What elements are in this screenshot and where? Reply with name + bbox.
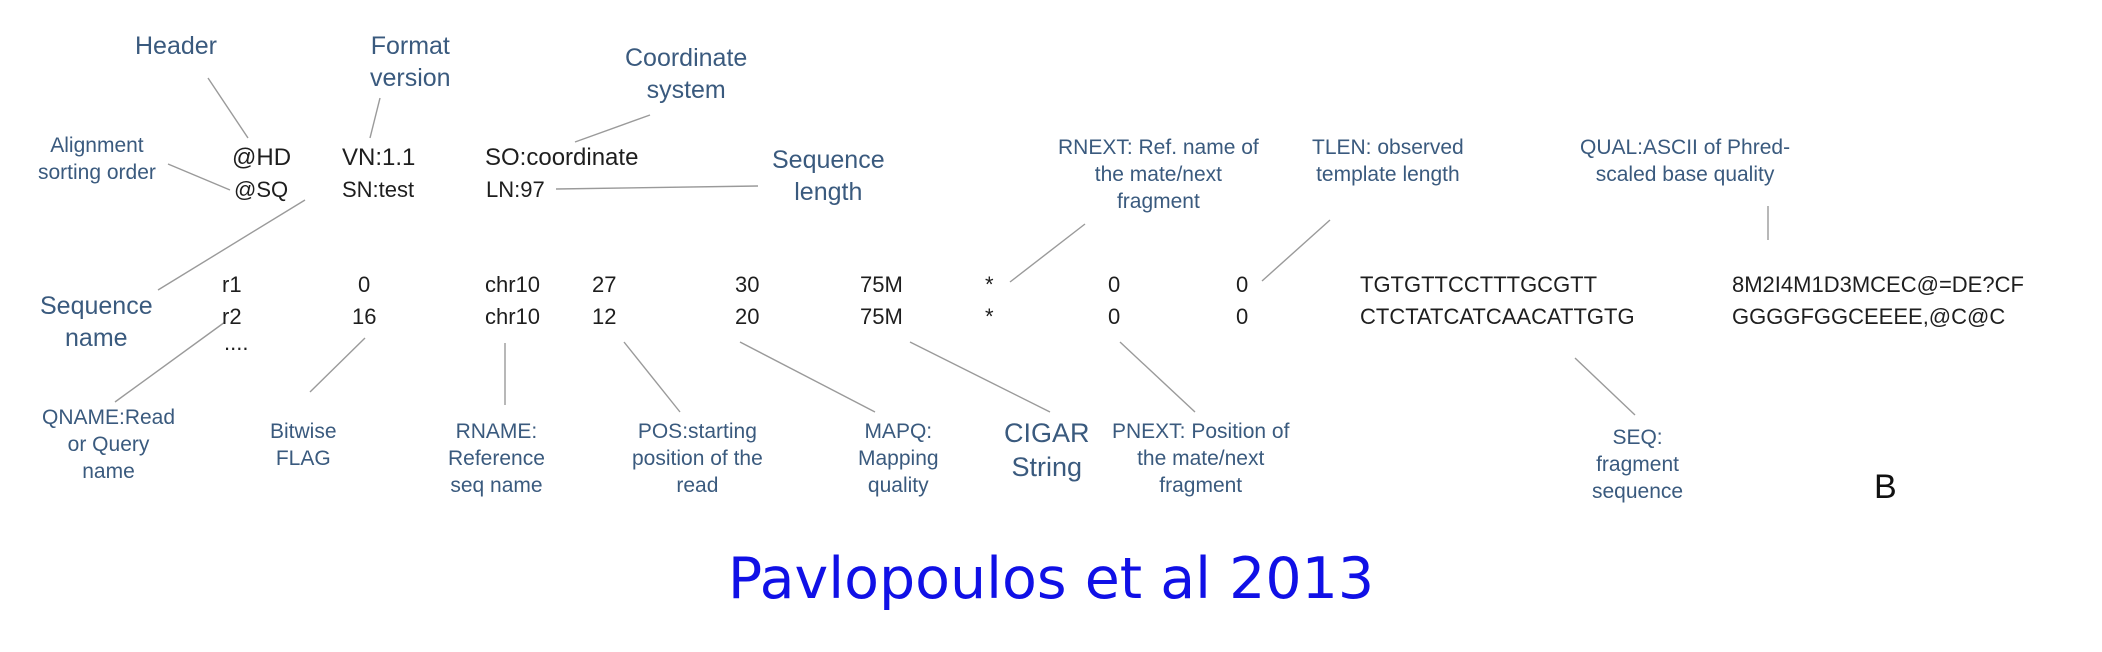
alignment-field: 0: [1108, 272, 1121, 297]
leader-rnext: [1009, 223, 1086, 283]
alignment-field: 75M: [860, 272, 903, 297]
annotation-flag: Bitwise FLAG: [270, 420, 337, 470]
alignment-field: r2: [222, 304, 242, 329]
alignment-field: chr10: [485, 304, 541, 329]
annotation-format-version: Format version: [370, 32, 451, 92]
header-sequence-length-value: LN:97: [486, 177, 545, 202]
leader-seq: [1574, 357, 1636, 416]
alignment-field: *: [985, 304, 994, 329]
alignment-field: 75M: [860, 304, 903, 329]
citation: Pavlopoulos et al 2013: [727, 546, 1375, 612]
alignment-field: 27: [592, 272, 617, 297]
header-tag-hd: @HD: [232, 144, 292, 171]
alignment-field: chr10: [485, 272, 541, 297]
annotation-rnext: RNEXT: Ref. name of the mate/next fragme…: [1058, 136, 1259, 213]
leader-sequence-length: [555, 185, 759, 190]
alignment-field: 30: [735, 272, 760, 297]
annotation-header: Header: [135, 32, 217, 60]
alignment-field: 16: [352, 304, 377, 329]
annotation-sequence-name: Sequence name: [40, 292, 153, 352]
alignment-field: *: [985, 272, 994, 297]
alignment-field: TGTGTTCCTTTGCGTT: [1360, 272, 1598, 297]
annotation-coordinate-system: Coordinate system: [625, 44, 748, 104]
alignment-field: r1: [222, 272, 242, 297]
alignment-field: CTCTATCATCAACATTGTG: [1360, 304, 1635, 329]
annotation-alignment-sorting-order: Alignment sorting order: [38, 134, 156, 184]
panel-letter: B: [1874, 468, 1897, 506]
annotation-qname: QNAME:Read or Query name: [42, 406, 176, 483]
leader-format-version: [369, 97, 381, 139]
leader-pos: [623, 341, 681, 413]
leader-mapq: [739, 341, 876, 413]
more-rows-ellipsis: ....: [224, 330, 249, 355]
annotation-qual: QUAL:ASCII of Phred- scaled base quality: [1580, 136, 1791, 186]
header-format-version-value: VN:1.1: [342, 144, 416, 171]
annotation-seq: SEQ: fragment sequence: [1592, 426, 1684, 503]
header-sequence-name-value: SN:test: [342, 177, 415, 202]
annotation-tlen: TLEN: observed template length: [1312, 136, 1464, 186]
annotation-mapq: MAPQ: Mapping quality: [858, 420, 939, 497]
sam-format-diagram: @HD VN:1.1 SO:coordinate @SQ SN:test LN:…: [0, 0, 2102, 652]
alignment-field: 0: [1236, 304, 1249, 329]
annotation-cigar: CIGAR String: [1004, 418, 1090, 482]
leader-coordinate-system: [574, 114, 651, 143]
alignment-field: 20: [735, 304, 760, 329]
leader-tlen: [1261, 219, 1331, 282]
leader-alignment-sorting-order: [167, 163, 231, 191]
annotation-sequence-length: Sequence length: [772, 146, 885, 206]
alignment-field: GGGGFGGCEEEE,@C@C: [1732, 304, 2006, 329]
alignment-field: 0: [1236, 272, 1249, 297]
alignment-field: 8M2I4M1D3MCEC@=DE?CF: [1732, 272, 2024, 297]
annotation-rname: RNAME: Reference seq name: [448, 420, 545, 497]
header-tag-sq: @SQ: [234, 177, 289, 202]
annotation-pos: POS:starting position of the read: [632, 420, 763, 497]
leader-header: [207, 77, 249, 139]
leader-cigar: [909, 341, 1051, 413]
leader-flag: [309, 337, 366, 393]
annotation-pnext: PNEXT: Position of the mate/next fragmen…: [1112, 420, 1290, 497]
alignment-field: 0: [1108, 304, 1121, 329]
alignment-field: 12: [592, 304, 617, 329]
alignment-field: 0: [358, 272, 371, 297]
leader-pnext: [1119, 341, 1196, 413]
header-sort-order-value: SO:coordinate: [485, 144, 639, 171]
